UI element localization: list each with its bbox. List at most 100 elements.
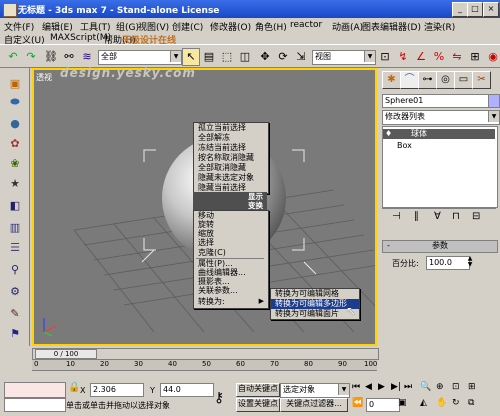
key-filters-button[interactable]: 关键点过滤器... [280,398,348,412]
go-to-start-icon[interactable]: ⏮ [352,382,360,392]
utilities-tab-icon[interactable]: ✂ [472,71,491,89]
select-by-name-icon[interactable]: ▤ [200,48,218,66]
y-coordinate-field[interactable]: 44.0 [160,383,214,397]
fov-icon[interactable]: ◭ [420,398,427,408]
configure-icon[interactable]: ⊟ [472,211,480,222]
snap-icon[interactable]: ↯ [394,48,412,66]
percent-field[interactable]: 100.0 [426,256,470,270]
zoom-icon[interactable]: 🔍 [420,382,431,392]
modify-tab-icon[interactable]: ⌒ [400,71,419,89]
stack-item-sphere[interactable]: 球体 [383,129,495,139]
scale-icon[interactable]: ⇲ [292,48,310,66]
pin-stack-icon[interactable]: ⊣ [392,211,401,222]
layers-icon[interactable]: ▥ [6,220,24,236]
parameters-rollout-header[interactable]: - 参数 [382,240,498,253]
link-tool-icon[interactable]: ⚲ [6,262,24,278]
make-unique-icon[interactable]: ∀ [434,211,441,222]
cylinder-icon[interactable]: ⬬ [6,94,24,110]
light-icon[interactable]: ★ [6,176,24,192]
maxscript-listener[interactable] [4,382,66,398]
track-bar[interactable]: 0 10 20 30 40 50 60 70 80 90 100 [32,360,377,371]
object-color-swatch[interactable] [488,94,500,108]
quad-item-unfreeze-all[interactable]: 全部解冻 [194,133,268,143]
align-icon[interactable]: ⊞ [466,48,484,66]
quad-item-freeze-selection[interactable]: 冻结当前选择 [194,143,268,153]
rotate-icon[interactable]: ⟳ [274,48,292,66]
pivot-icon[interactable]: ⊡ [376,48,394,66]
move-icon[interactable]: ✥ [256,48,274,66]
mirror-icon[interactable]: ⇋ [448,48,466,66]
arc-rotate-icon[interactable]: ↻ [452,398,460,408]
current-frame-field[interactable]: 0 [366,398,400,412]
link-icon[interactable]: ⛓ [42,48,60,66]
next-frame-icon[interactable]: ▶| [391,382,401,392]
quad-item-hide-unselected[interactable]: 隐藏未选定对象 [194,173,268,183]
quad-item-convert-to[interactable]: 转换为: [194,297,268,307]
modifier-list-dropdown[interactable]: 修改器列表 ▼ [382,110,500,125]
maximize-viewport-icon[interactable]: ⧉ [468,398,474,408]
menu-maxscript[interactable]: MAXScript(M) [50,33,111,43]
zoom-extents-icon[interactable]: ⊡ [452,382,460,392]
show-end-result-icon[interactable]: ∥ [414,211,419,222]
modifier-stack[interactable]: 球体 ♦ Box [382,126,498,208]
key-set-dropdown[interactable]: 选定对象 ▼ [280,383,350,398]
window-crossing-icon[interactable]: ◫ [236,48,254,66]
undo-icon[interactable]: ↶ [4,48,22,66]
convert-to-mesh[interactable]: 转换为可编辑网格 [271,289,359,299]
bind-spacewarp-icon[interactable]: ≋ [78,48,96,66]
list-icon[interactable]: ☰ [6,240,24,256]
quad-item-wire-params[interactable]: 关联参数... [194,286,268,296]
quad-item-isolate[interactable]: 孤立当前选择 [194,123,268,133]
angle-snap-icon[interactable]: ∠ [412,48,430,66]
maximize-button[interactable]: □ [467,2,483,17]
object-name-field[interactable]: Sphere01 [382,94,490,108]
render-icon[interactable]: ◉ [484,48,500,66]
zoom-extents-all-icon[interactable]: ⊞ [468,382,476,392]
minimize-button[interactable]: _ [452,2,468,17]
play-icon[interactable]: ▶ [378,382,385,392]
quad-item-unhide-by-name[interactable]: 按名称取消隐藏 [194,153,268,163]
maxscript-mini-listener[interactable] [4,398,66,412]
time-slider-thumb[interactable]: 0 / 100 [35,349,97,359]
menu-reactor[interactable]: reactor [290,20,322,30]
quad-item-unhide-all[interactable]: 全部取消隐藏 [194,163,268,173]
stack-item-box[interactable]: Box [397,141,412,150]
time-config-icon[interactable]: ▣ [398,398,407,408]
remove-modifier-icon[interactable]: ⊓ [452,211,460,222]
sphere-icon[interactable]: ● [6,116,24,132]
paint-icon[interactable]: ✎ [6,306,24,322]
zoom-all-icon[interactable]: ⊕ [436,382,444,392]
panel-icon[interactable]: ◧ [6,198,24,214]
quad-item-clone[interactable]: 克隆(C) [194,248,268,258]
motion-tab-icon[interactable]: ◎ [436,71,455,89]
selection-filter-dropdown[interactable]: 全部 ▼ [98,50,182,65]
helper-icon[interactable]: ❀ [6,156,24,172]
create-tab-icon[interactable]: ✱ [382,71,401,89]
create-box-icon[interactable]: ▣ [6,76,24,92]
select-object-icon[interactable]: ↖ [182,48,200,66]
pan-icon[interactable]: ✋ [436,398,447,408]
go-to-end-icon[interactable]: ⏭ [404,382,412,392]
percent-spinner-icon[interactable]: ▲ ▼ [466,256,474,268]
close-button[interactable]: × [483,2,499,17]
redo-icon[interactable]: ↷ [22,48,40,66]
previous-frame-icon[interactable]: ◀ [365,382,372,392]
hierarchy-icon[interactable]: ⚙ [6,284,24,300]
percent-snap-icon[interactable]: % [430,48,448,66]
rect-region-icon[interactable]: ⬚ [218,48,236,66]
hierarchy-tab-icon[interactable]: ⊶ [418,71,437,89]
pin-icon[interactable]: ⚑ [6,326,24,342]
unlink-icon[interactable]: ⚯ [60,48,78,66]
ref-coord-dropdown[interactable]: 视图 ▼ [312,50,376,65]
key-icon[interactable]: ⚷ [214,390,224,406]
time-slider[interactable]: 0 / 100 [32,348,379,360]
auto-key-button[interactable]: 自动关键点 [236,383,280,397]
quad-item-select[interactable]: 选择 [194,238,268,248]
key-mode-icon[interactable]: ⏪ [352,398,363,408]
set-key-button[interactable]: 设置关键点 [236,398,280,412]
perspective-viewport[interactable]: 透视 孤立当前选择 全部解冻 冻结当前选择 按名称取消隐藏 全部取消隐藏 隐藏未… [32,68,377,346]
x-coordinate-field[interactable]: 2.306 [90,383,144,397]
display-tab-icon[interactable]: ▭ [454,71,473,89]
camera-icon[interactable]: ✿ [6,136,24,152]
lock-selection-icon[interactable]: 🔒 [68,382,80,393]
